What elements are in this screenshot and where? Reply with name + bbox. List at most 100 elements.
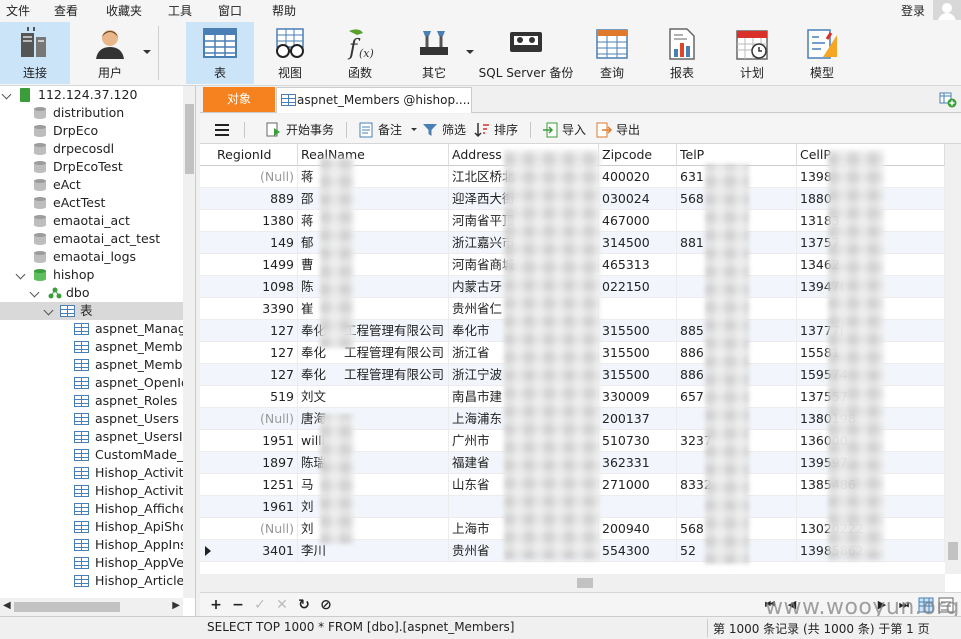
row-selector[interactable] — [200, 320, 214, 342]
cell-regionid[interactable]: 1951 — [214, 430, 298, 452]
tree-table-item[interactable]: Hishop_ArticleC — [0, 572, 183, 590]
tree-table-item[interactable]: aspnet_Membe — [0, 356, 183, 374]
cell-zipcode[interactable]: 330009 — [599, 386, 677, 408]
tree-database[interactable]: eActTest — [0, 194, 183, 212]
tree-database[interactable]: emaotai_logs — [0, 248, 183, 266]
delete-record-icon[interactable]: − — [230, 597, 246, 613]
import-button[interactable]: 导入 — [542, 121, 586, 139]
row-selector[interactable] — [200, 364, 214, 386]
cell-zipcode[interactable]: 030024 — [599, 188, 677, 210]
row-selector[interactable] — [200, 342, 214, 364]
menu-window[interactable]: 窗口 — [218, 2, 242, 19]
cell-zipcode[interactable]: 465313 — [599, 254, 677, 276]
tree-database[interactable]: emaotai_act — [0, 212, 183, 230]
cell-zipcode[interactable]: 467000 — [599, 210, 677, 232]
collapse-icon[interactable] — [43, 305, 54, 316]
tree-table-item[interactable]: aspnet_Membe — [0, 338, 183, 356]
cell-zipcode[interactable]: 315500 — [599, 320, 677, 342]
cell-regionid[interactable]: 1098 — [214, 276, 298, 298]
cell-realname[interactable]: 奉化 工程管理有限公司 — [298, 364, 449, 386]
cell-zipcode[interactable]: 200137 — [599, 408, 677, 430]
row-selector[interactable] — [200, 408, 214, 430]
cell-zipcode[interactable]: 022150 — [599, 276, 677, 298]
column-header-telphone[interactable]: TelP — [677, 144, 797, 166]
cell-regionid[interactable]: 127 — [214, 320, 298, 342]
cell-zipcode[interactable] — [599, 298, 677, 320]
begin-transaction-button[interactable]: 开始事务 — [266, 121, 334, 139]
cell-regionid[interactable]: 1251 — [214, 474, 298, 496]
cell-regionid[interactable]: 519 — [214, 386, 298, 408]
cell-regionid[interactable]: 3390 — [214, 298, 298, 320]
cell-regionid[interactable]: 1380 — [214, 210, 298, 232]
row-selector[interactable] — [200, 518, 214, 540]
menu-file[interactable]: 文件 — [6, 2, 30, 19]
tree-database[interactable]: distribution — [0, 104, 183, 122]
tree-table-item[interactable]: aspnet_Roles — [0, 392, 183, 410]
row-selector[interactable] — [200, 254, 214, 276]
cell-zipcode[interactable]: 554300 — [599, 540, 677, 562]
hamburger-menu-icon[interactable] — [214, 123, 230, 137]
cell-regionid[interactable]: 127 — [214, 364, 298, 386]
refresh-icon[interactable]: ↻ — [296, 597, 312, 613]
other-dropdown-icon[interactable] — [466, 50, 474, 54]
schedule-button[interactable]: 计划 — [722, 22, 782, 84]
tree-table-item[interactable]: Hishop_AppIns — [0, 536, 183, 554]
tree-table-item[interactable]: aspnet_Manage — [0, 320, 183, 338]
row-selector[interactable] — [200, 276, 214, 298]
sqlserver-backup-button[interactable]: SQL Server 备份 — [478, 22, 574, 84]
menu-help[interactable]: 帮助 — [272, 2, 296, 19]
tree-database[interactable]: DrpEcoTest — [0, 158, 183, 176]
cell-zipcode[interactable]: 362331 — [599, 452, 677, 474]
tree-vertical-scrollbar[interactable] — [183, 86, 195, 598]
row-selector[interactable] — [200, 474, 214, 496]
tree-table-item[interactable]: Hishop_Activity — [0, 482, 183, 500]
table-button[interactable]: 表 — [186, 22, 254, 84]
cell-regionid[interactable]: 1961 — [214, 496, 298, 518]
tree-database[interactable]: emaotai_act_test — [0, 230, 183, 248]
filter-button[interactable]: 筛选 — [422, 121, 466, 139]
cell-zipcode[interactable]: 271000 — [599, 474, 677, 496]
tree-database[interactable]: drpecosdl — [0, 140, 183, 158]
object-tree[interactable]: 112.124.37.120 distribution DrpEco drpecos… — [0, 86, 196, 616]
export-button[interactable]: 导出 — [596, 121, 640, 139]
row-selector[interactable] — [200, 452, 214, 474]
report-button[interactable]: 报表 — [652, 22, 712, 84]
add-record-icon[interactable]: + — [208, 597, 224, 613]
user-button[interactable]: 用户 — [76, 22, 144, 84]
tree-horizontal-scrollbar[interactable]: ◀ ▶ — [0, 598, 183, 616]
view-button[interactable]: 视图 — [258, 22, 322, 84]
cell-zipcode[interactable]: 315500 — [599, 342, 677, 364]
user-avatar-icon[interactable] — [933, 0, 961, 22]
cell-regionid[interactable]: 127 — [214, 342, 298, 364]
tree-table-item[interactable]: aspnet_UsersIn — [0, 428, 183, 446]
user-dropdown-icon[interactable] — [143, 50, 151, 54]
stop-icon[interactable]: ⊘ — [318, 597, 334, 613]
cell-regionid[interactable]: (Null) — [214, 166, 298, 188]
cell-regionid[interactable]: 1897 — [214, 452, 298, 474]
cell-zipcode[interactable]: 314500 — [599, 232, 677, 254]
other-button[interactable]: 其它 — [402, 22, 466, 84]
tree-schema[interactable]: dbo — [0, 284, 183, 302]
cell-zipcode[interactable]: 510730 — [599, 430, 677, 452]
tree-tables-node[interactable]: 表 — [0, 302, 183, 320]
data-grid[interactable]: RegionId RealName Address Zipcode TelP C… — [200, 144, 961, 592]
tree-database[interactable]: hishop — [0, 266, 183, 284]
cell-realname[interactable]: 刘文 — [298, 386, 449, 408]
tree-table-item[interactable]: Hishop_ApiSho — [0, 518, 183, 536]
model-button[interactable]: 模型 — [792, 22, 852, 84]
menu-tools[interactable]: 工具 — [168, 2, 192, 19]
tree-database[interactable]: eAct — [0, 176, 183, 194]
column-header-zipcode[interactable]: Zipcode — [599, 144, 677, 166]
column-header-regionid[interactable]: RegionId — [214, 144, 298, 166]
memo-button[interactable]: 备注 — [358, 121, 402, 139]
tree-table-item[interactable]: Hishop_Activity — [0, 464, 183, 482]
tree-table-item[interactable]: Hishop_Affiche — [0, 500, 183, 518]
row-selector[interactable] — [200, 540, 214, 562]
cell-zipcode[interactable] — [599, 496, 677, 518]
row-selector[interactable] — [200, 386, 214, 408]
menu-favorites[interactable]: 收藏夹 — [106, 2, 142, 19]
tree-table-item[interactable]: aspnet_Users — [0, 410, 183, 428]
query-button[interactable]: 查询 — [582, 22, 642, 84]
discard-changes-icon[interactable]: ✕ — [274, 597, 290, 613]
tab-aspnet-members[interactable]: aspnet_Members @hishop.... — [276, 87, 472, 113]
